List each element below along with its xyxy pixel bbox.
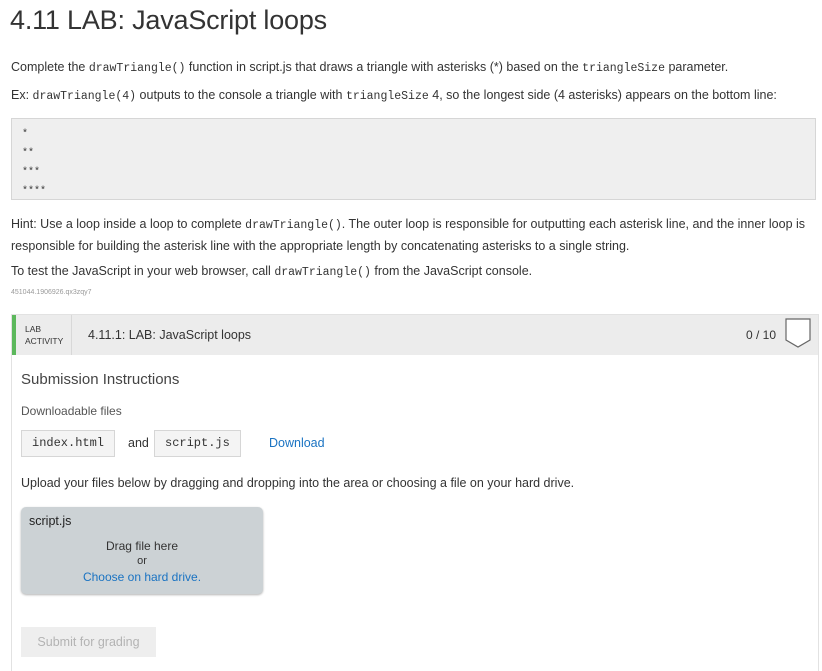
submit-for-grading-button[interactable]: Submit for grading <box>21 627 156 657</box>
test-paragraph: To test the JavaScript in your web brows… <box>11 264 533 279</box>
inline-code: drawTriangle() <box>88 62 186 75</box>
choose-file-link[interactable]: Choose on hard drive. <box>21 570 263 584</box>
dropzone-or-text: or <box>137 555 147 567</box>
hint-paragraph: Hint: Use a loop inside a loop to comple… <box>11 217 806 253</box>
lab-activity-panel: LAB ACTIVITY 4.11.1: LAB: JavaScript loo… <box>11 314 819 671</box>
score-display: 0 / 10 <box>745 328 776 342</box>
example-output-box: * ** *** **** <box>11 118 816 200</box>
instruction-paragraph-1: Complete the drawTriangle() function in … <box>11 60 729 75</box>
lab-activity-badge: LAB ACTIVITY <box>16 315 72 355</box>
submission-instructions-title: Submission Instructions <box>21 371 180 388</box>
content-tag: 451044.1906926.qx3zqy7 <box>11 289 92 296</box>
page-title: 4.11 LAB: JavaScript loops <box>10 5 327 35</box>
shield-icon <box>785 318 811 348</box>
inline-code: triangleSize <box>345 90 429 103</box>
instruction-paragraph-2: Ex: drawTriangle(4) outputs to the conso… <box>11 88 777 103</box>
download-link[interactable]: Download <box>269 436 325 450</box>
inline-code: drawTriangle() <box>274 266 371 279</box>
file-chip-script-js: script.js <box>154 430 241 457</box>
lab-activity-title: 4.11.1: LAB: JavaScript loops <box>88 328 252 342</box>
file-dropzone[interactable]: script.js Drag file here or Choose on ha… <box>21 507 263 594</box>
dropzone-drag-text: Drag file here <box>105 539 179 553</box>
inline-code: triangleSize <box>582 62 665 75</box>
downloadable-files-label: Downloadable files <box>21 404 122 418</box>
lab-activity-header: LAB ACTIVITY 4.11.1: LAB: JavaScript loo… <box>12 315 818 355</box>
file-chip-index-html: index.html <box>21 430 116 457</box>
upload-instructions: Upload your files below by dragging and … <box>21 476 575 490</box>
dropzone-filename: script.js <box>29 514 72 528</box>
inline-code: drawTriangle() <box>245 219 342 232</box>
and-text: and <box>128 436 149 450</box>
inline-code: drawTriangle(4) <box>32 90 137 103</box>
